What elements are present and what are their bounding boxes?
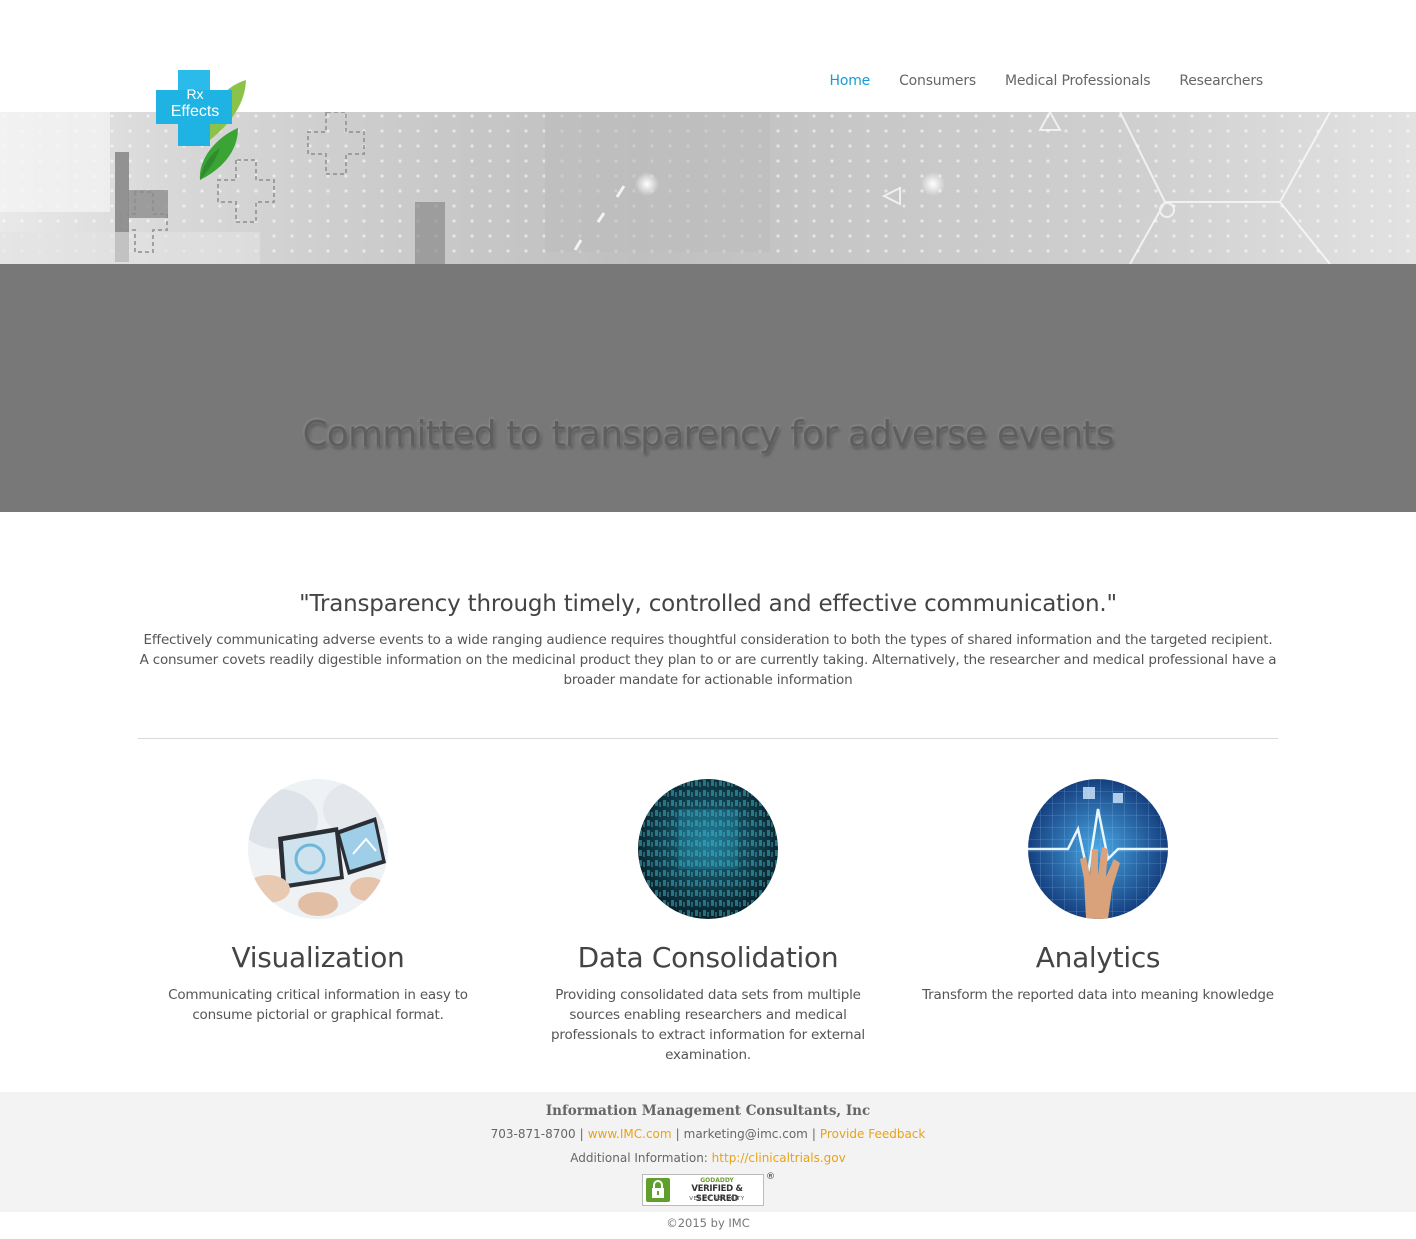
- footer-additional-info: Additional Information: http://clinicalt…: [0, 1151, 1416, 1165]
- feature-title-analytics: Analytics: [1035, 941, 1161, 974]
- rx-effects-logo[interactable]: Rx Effects: [150, 68, 260, 184]
- feature-text-data-consolidation: Providing consolidated data sets from mu…: [551, 987, 865, 1063]
- footer-additional-label: Additional Information:: [570, 1151, 708, 1165]
- intro-body: Effectively communicating adverse events…: [139, 632, 1277, 688]
- site-footer: Information Management Consultants, Inc …: [0, 1092, 1416, 1212]
- copyright: ©2015 by IMC: [666, 1216, 750, 1230]
- nav-medical-professionals[interactable]: Medical Professionals: [1005, 72, 1151, 90]
- footer-company: Information Management Consultants, Inc: [545, 1103, 871, 1119]
- nav-consumers[interactable]: Consumers: [899, 72, 976, 90]
- nav-home[interactable]: Home: [830, 72, 871, 90]
- intro-quote: "Transparency through timely, controlled…: [299, 591, 1117, 617]
- seal-verify: VERIFY SECURITY: [689, 1196, 745, 1202]
- lock-icon: [646, 1178, 670, 1202]
- nav-researchers[interactable]: Researchers: [1179, 72, 1263, 90]
- data-consolidation-image: [638, 779, 778, 919]
- hero-section: Committed to transparency for adverse ev…: [0, 264, 1416, 512]
- footer-separator: |: [675, 1127, 680, 1141]
- footer-separator: |: [579, 1127, 584, 1141]
- feature-title-visualization: Visualization: [231, 941, 405, 974]
- seal-brand: GODADDY: [700, 1177, 734, 1184]
- footer-feedback-link[interactable]: Provide Feedback: [820, 1127, 925, 1141]
- footer-contact: 703-871-8700 | www.IMC.com | marketing@imc.c…: [0, 1127, 1416, 1141]
- logo-text-rx: Rx: [186, 86, 204, 102]
- footer-separator: |: [811, 1127, 816, 1141]
- footer-clinicaltrials-link[interactable]: http://clinicaltrials.gov: [712, 1151, 846, 1165]
- feature-text-analytics: Transform the reported data into meaning…: [922, 987, 1274, 1003]
- godaddy-security-seal[interactable]: GODADDY VERIFIED & SECURED VERIFY SECURI…: [642, 1174, 764, 1206]
- feature-text-visualization: Communicating critical information in ea…: [168, 987, 468, 1023]
- footer-phone: 703-871-8700: [490, 1127, 576, 1141]
- feature-visualization: Visualization Communicating critical inf…: [123, 779, 513, 1025]
- footer-email: marketing@imc.com: [683, 1127, 808, 1141]
- feature-title-data-consolidation: Data Consolidation: [577, 941, 839, 974]
- analytics-image: [1028, 779, 1168, 919]
- feature-analytics: Analytics Transform the reported data in…: [903, 779, 1293, 1005]
- registered-mark-icon: ®: [766, 1172, 775, 1182]
- footer-website-link[interactable]: www.IMC.com: [588, 1127, 672, 1141]
- section-divider: [138, 738, 1278, 739]
- hero-title: Committed to transparency for adverse ev…: [302, 414, 1114, 455]
- logo-text-effects: Effects: [170, 103, 220, 120]
- visualization-image: [248, 779, 388, 919]
- feature-data-consolidation: Data Consolidation Providing consolidate…: [513, 779, 903, 1065]
- main-nav: Home Consumers Medical Professionals Res…: [801, 72, 1264, 90]
